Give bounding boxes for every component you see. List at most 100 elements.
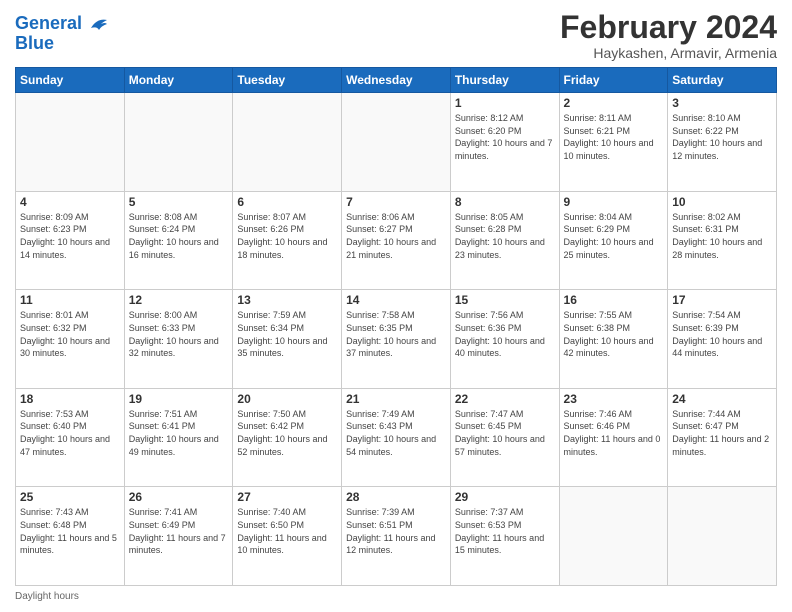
footer: Daylight hours <box>15 591 777 602</box>
title-block: February 2024 Haykashen, Armavir, Armeni… <box>560 10 777 61</box>
calendar-cell: 6 Sunrise: 8:07 AM Sunset: 6:26 PM Daylig… <box>233 191 342 290</box>
day-number: 18 <box>20 392 120 406</box>
main-title: February 2024 <box>560 10 777 45</box>
day-info: Sunrise: 8:09 AM Sunset: 6:23 PM Dayligh… <box>20 211 120 261</box>
calendar-cell: 12 Sunrise: 8:00 AM Sunset: 6:33 PM Dayli… <box>124 290 233 389</box>
subtitle: Haykashen, Armavir, Armenia <box>560 45 777 61</box>
day-info: Sunrise: 7:47 AM Sunset: 6:45 PM Dayligh… <box>455 408 555 458</box>
calendar-cell: 5 Sunrise: 8:08 AM Sunset: 6:24 PM Daylig… <box>124 191 233 290</box>
calendar-cell: 16Sunrise: 7:55 AM Sunset: 6:38 PM Dayli… <box>559 290 668 389</box>
col-header-tuesday: Tuesday <box>233 68 342 93</box>
col-header-wednesday: Wednesday <box>342 68 451 93</box>
day-info: Sunrise: 8:04 AM Sunset: 6:29 PM Dayligh… <box>564 211 664 261</box>
day-info: Sunrise: 7:43 AM Sunset: 6:48 PM Dayligh… <box>20 506 120 556</box>
day-info: Sunrise: 7:54 AM Sunset: 6:39 PM Dayligh… <box>672 309 772 359</box>
day-info: Sunrise: 7:44 AM Sunset: 6:47 PM Dayligh… <box>672 408 772 458</box>
day-info: Sunrise: 8:08 AM Sunset: 6:24 PM Dayligh… <box>129 211 229 261</box>
calendar-cell: 29 Sunrise: 7:37 AM Sunset: 6:53 PM Dayli… <box>450 487 559 586</box>
day-info: Sunrise: 7:51 AM Sunset: 6:41 PM Dayligh… <box>129 408 229 458</box>
day-number: 13 <box>237 293 337 307</box>
calendar-cell: 8 Sunrise: 8:05 AM Sunset: 6:28 PM Daylig… <box>450 191 559 290</box>
day-info: Sunrise: 8:11 AM Sunset: 6:21 PM Dayligh… <box>564 112 664 162</box>
logo: General Blue <box>15 14 109 54</box>
day-info: Sunrise: 7:41 AM Sunset: 6:49 PM Dayligh… <box>129 506 229 556</box>
day-number: 17 <box>672 293 772 307</box>
calendar-week-2: 4 Sunrise: 8:09 AM Sunset: 6:23 PM Daylig… <box>16 191 777 290</box>
day-info: Sunrise: 7:49 AM Sunset: 6:43 PM Dayligh… <box>346 408 446 458</box>
calendar-cell: 13 Sunrise: 7:59 AM Sunset: 6:34 PM Dayli… <box>233 290 342 389</box>
logo-general: General <box>15 13 82 33</box>
calendar-cell: 9 Sunrise: 8:04 AM Sunset: 6:29 PM Daylig… <box>559 191 668 290</box>
calendar-cell: 23 Sunrise: 7:46 AM Sunset: 6:46 PM Dayli… <box>559 388 668 487</box>
day-number: 11 <box>20 293 120 307</box>
calendar-cell: 17 Sunrise: 7:54 AM Sunset: 6:39 PM Dayli… <box>668 290 777 389</box>
day-info: Sunrise: 7:53 AM Sunset: 6:40 PM Dayligh… <box>20 408 120 458</box>
day-header-row: SundayMondayTuesdayWednesdayThursdayFrid… <box>16 68 777 93</box>
calendar-cell <box>124 93 233 192</box>
calendar-cell <box>342 93 451 192</box>
calendar-cell: 24Sunrise: 7:44 AM Sunset: 6:47 PM Dayli… <box>668 388 777 487</box>
calendar-cell <box>233 93 342 192</box>
day-info: Sunrise: 8:12 AM Sunset: 6:20 PM Dayligh… <box>455 112 555 162</box>
day-info: Sunrise: 8:10 AM Sunset: 6:22 PM Dayligh… <box>672 112 772 162</box>
day-number: 29 <box>455 490 555 504</box>
day-info: Sunrise: 8:07 AM Sunset: 6:26 PM Dayligh… <box>237 211 337 261</box>
col-header-friday: Friday <box>559 68 668 93</box>
calendar-cell: 4 Sunrise: 8:09 AM Sunset: 6:23 PM Daylig… <box>16 191 125 290</box>
calendar-cell <box>668 487 777 586</box>
day-number: 1 <box>455 96 555 110</box>
calendar-cell: 20Sunrise: 7:50 AM Sunset: 6:42 PM Dayli… <box>233 388 342 487</box>
calendar-week-3: 11 Sunrise: 8:01 AM Sunset: 6:32 PM Dayli… <box>16 290 777 389</box>
day-number: 21 <box>346 392 446 406</box>
day-info: Sunrise: 7:37 AM Sunset: 6:53 PM Dayligh… <box>455 506 555 556</box>
logo-blue: Blue <box>15 34 109 54</box>
calendar-cell: 22 Sunrise: 7:47 AM Sunset: 6:45 PM Dayli… <box>450 388 559 487</box>
day-info: Sunrise: 8:01 AM Sunset: 6:32 PM Dayligh… <box>20 309 120 359</box>
day-info: Sunrise: 8:02 AM Sunset: 6:31 PM Dayligh… <box>672 211 772 261</box>
day-number: 22 <box>455 392 555 406</box>
col-header-thursday: Thursday <box>450 68 559 93</box>
day-number: 15 <box>455 293 555 307</box>
day-number: 16 <box>564 293 664 307</box>
day-number: 19 <box>129 392 229 406</box>
day-number: 5 <box>129 195 229 209</box>
day-info: Sunrise: 8:00 AM Sunset: 6:33 PM Dayligh… <box>129 309 229 359</box>
day-number: 14 <box>346 293 446 307</box>
calendar-week-4: 18 Sunrise: 7:53 AM Sunset: 6:40 PM Dayli… <box>16 388 777 487</box>
calendar-cell: 7 Sunrise: 8:06 AM Sunset: 6:27 PM Daylig… <box>342 191 451 290</box>
calendar-cell: 28Sunrise: 7:39 AM Sunset: 6:51 PM Dayli… <box>342 487 451 586</box>
day-info: Sunrise: 8:06 AM Sunset: 6:27 PM Dayligh… <box>346 211 446 261</box>
calendar-cell: 26Sunrise: 7:41 AM Sunset: 6:49 PM Dayli… <box>124 487 233 586</box>
calendar-cell: 2 Sunrise: 8:11 AM Sunset: 6:21 PM Daylig… <box>559 93 668 192</box>
day-number: 6 <box>237 195 337 209</box>
calendar-week-5: 25Sunrise: 7:43 AM Sunset: 6:48 PM Dayli… <box>16 487 777 586</box>
day-info: Sunrise: 7:39 AM Sunset: 6:51 PM Dayligh… <box>346 506 446 556</box>
day-info: Sunrise: 7:59 AM Sunset: 6:34 PM Dayligh… <box>237 309 337 359</box>
logo-bird-icon <box>89 14 109 34</box>
calendar-table: SundayMondayTuesdayWednesdayThursdayFrid… <box>15 67 777 586</box>
calendar-cell: 19 Sunrise: 7:51 AM Sunset: 6:41 PM Dayli… <box>124 388 233 487</box>
calendar-cell: 1 Sunrise: 8:12 AM Sunset: 6:20 PM Daylig… <box>450 93 559 192</box>
calendar-week-1: 1 Sunrise: 8:12 AM Sunset: 6:20 PM Daylig… <box>16 93 777 192</box>
day-number: 2 <box>564 96 664 110</box>
day-number: 10 <box>672 195 772 209</box>
calendar-cell: 25Sunrise: 7:43 AM Sunset: 6:48 PM Dayli… <box>16 487 125 586</box>
col-header-monday: Monday <box>124 68 233 93</box>
day-number: 12 <box>129 293 229 307</box>
calendar-cell <box>559 487 668 586</box>
day-number: 23 <box>564 392 664 406</box>
day-info: Sunrise: 7:56 AM Sunset: 6:36 PM Dayligh… <box>455 309 555 359</box>
col-header-saturday: Saturday <box>668 68 777 93</box>
day-number: 4 <box>20 195 120 209</box>
page: General Blue February 2024 Haykashen, Ar… <box>0 0 792 612</box>
day-info: Sunrise: 7:46 AM Sunset: 6:46 PM Dayligh… <box>564 408 664 458</box>
day-info: Sunrise: 7:58 AM Sunset: 6:35 PM Dayligh… <box>346 309 446 359</box>
day-number: 7 <box>346 195 446 209</box>
header: General Blue February 2024 Haykashen, Ar… <box>15 10 777 61</box>
day-number: 8 <box>455 195 555 209</box>
calendar-cell: 3 Sunrise: 8:10 AM Sunset: 6:22 PM Daylig… <box>668 93 777 192</box>
day-info: Sunrise: 8:05 AM Sunset: 6:28 PM Dayligh… <box>455 211 555 261</box>
day-number: 9 <box>564 195 664 209</box>
day-number: 3 <box>672 96 772 110</box>
calendar-body: 1 Sunrise: 8:12 AM Sunset: 6:20 PM Daylig… <box>16 93 777 586</box>
